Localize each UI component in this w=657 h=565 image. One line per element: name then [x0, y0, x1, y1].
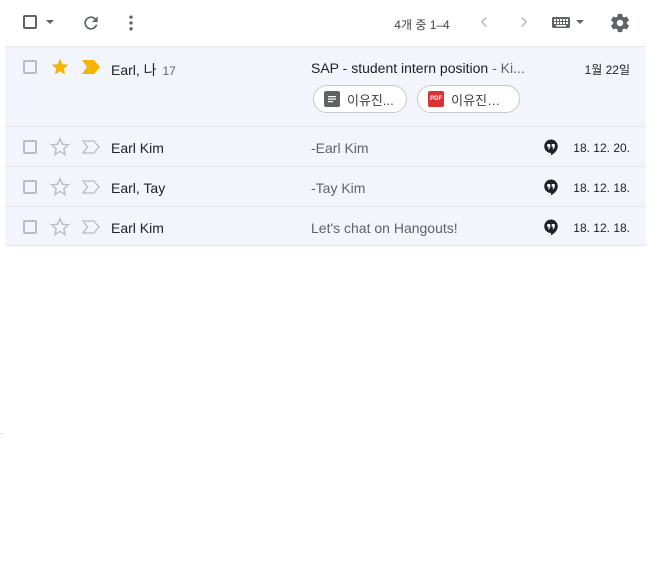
hangouts-icon [544, 219, 558, 236]
important-outline-icon[interactable] [82, 180, 100, 194]
attachment-name: 이유진... [347, 92, 394, 108]
subject: Let's chat on Hangouts! [311, 220, 531, 236]
doc-file-icon [324, 91, 340, 107]
more-vert-icon[interactable] [121, 13, 141, 33]
row-checkbox[interactable] [23, 220, 37, 234]
row-checkbox[interactable] [23, 180, 37, 194]
row-checkbox[interactable] [23, 140, 37, 154]
attachment-chips: 이유진... PDF 이유진_c... [313, 85, 526, 113]
snippet: - Ki... [488, 60, 525, 76]
subject: -Earl Kim [311, 140, 531, 156]
sender-name: Earl Kim [111, 140, 164, 156]
email-row[interactable]: Earl, 나 17 SAP - student intern position… [5, 46, 646, 126]
snippet: -Earl Kim [311, 140, 369, 156]
date: 1월 22일 [584, 63, 630, 77]
snippet: Let's chat on Hangouts! [311, 220, 458, 236]
subject: SAP - student intern position [311, 60, 489, 76]
sender-name: Earl, Tay [111, 180, 166, 196]
important-marker-icon[interactable] [82, 60, 100, 74]
email-row[interactable]: Earl Kim Let's chat on Hangouts! 18. 12.… [5, 206, 646, 246]
divider [0, 433, 4, 434]
select-all-checkbox[interactable] [23, 15, 37, 29]
email-list: Earl, 나 17 SAP - student intern position… [5, 46, 646, 246]
star-filled-icon[interactable] [50, 57, 70, 77]
row-checkbox[interactable] [23, 60, 37, 74]
subject: -Tay Kim [311, 180, 531, 196]
sender: Earl, 나 17 [111, 60, 176, 80]
date: 18. 12. 18. [573, 181, 630, 195]
gear-icon[interactable] [609, 12, 631, 34]
attachment-chip[interactable]: PDF 이유진_c... [417, 85, 521, 113]
refresh-icon[interactable] [81, 13, 101, 33]
chevron-left-icon[interactable] [474, 12, 494, 32]
hangouts-icon [544, 179, 558, 196]
select-caret-down-icon[interactable] [46, 20, 54, 24]
subject-line: SAP - student intern position - Ki... [311, 60, 531, 76]
sender-name: Earl Kim [111, 220, 164, 236]
attachment-name: 이유진_c... [451, 92, 508, 108]
date: 18. 12. 18. [573, 221, 630, 235]
chevron-right-icon[interactable] [514, 12, 534, 32]
email-row[interactable]: Earl Kim -Earl Kim 18. 12. 20. [5, 126, 646, 166]
snippet: -Tay Kim [311, 180, 366, 196]
important-outline-icon[interactable] [82, 140, 100, 154]
thread-count: 17 [162, 64, 176, 78]
keyboard-icon[interactable] [551, 12, 587, 32]
pdf-file-icon: PDF [428, 91, 445, 107]
star-outline-icon[interactable] [50, 177, 70, 197]
hangouts-icon [544, 139, 558, 156]
sender-name: Earl, 나 [111, 62, 157, 78]
toolbar: 4개 중 1–4 [0, 0, 657, 46]
date: 18. 12. 20. [573, 141, 630, 155]
star-outline-icon[interactable] [50, 217, 70, 237]
important-outline-icon[interactable] [82, 220, 100, 234]
attachment-chip[interactable]: 이유진... [313, 85, 407, 113]
pagination-info: 4개 중 1–4 [394, 18, 450, 32]
email-row[interactable]: Earl, Tay -Tay Kim 18. 12. 18. [5, 166, 646, 206]
star-outline-icon[interactable] [50, 137, 70, 157]
